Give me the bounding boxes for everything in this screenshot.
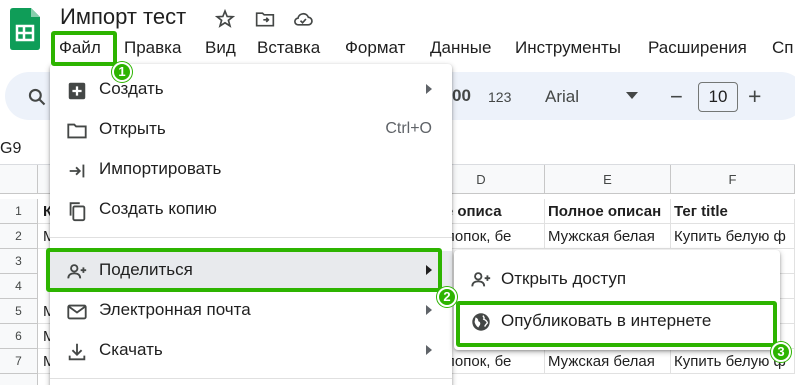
row-header-4[interactable]: 4 [0, 274, 38, 299]
row-header-5[interactable]: 5 [0, 299, 38, 324]
menu-item-download[interactable]: Скачать [50, 331, 452, 371]
menu-data[interactable]: Данные [430, 36, 491, 60]
file-menu: Создать Открыть Ctrl+O Импортировать Соз… [50, 64, 452, 385]
cell-e1[interactable]: Полное описан [545, 199, 671, 224]
font-family-select[interactable]: Arial [545, 87, 579, 107]
menu-item-create[interactable]: Создать [50, 70, 452, 110]
star-icon[interactable] [215, 9, 235, 29]
row-header-7[interactable]: 7 [0, 349, 38, 374]
import-arrow-icon [69, 164, 85, 178]
person-add-icon [471, 272, 491, 287]
column-header-e[interactable]: E [545, 165, 671, 194]
highlight-box-share [46, 248, 442, 292]
row-header-6[interactable]: 6 [0, 324, 38, 349]
menu-bar: Файл Правка Вид Вставка Формат Данные Ин… [0, 36, 795, 62]
menu-tools[interactable]: Инструменты [515, 36, 621, 60]
menu-item-import[interactable]: Импортировать [50, 150, 452, 190]
menu-extensions[interactable]: Расширения [648, 36, 747, 60]
keyboard-shortcut: Ctrl+O [385, 120, 432, 137]
menu-item-make-copy[interactable]: Создать копию [50, 190, 452, 230]
menu-view[interactable]: Вид [205, 36, 236, 60]
add-box-icon [68, 82, 86, 100]
step-badge-1: 1 [112, 62, 132, 82]
cell-f1[interactable]: Тег title [671, 199, 795, 224]
menu-item-open[interactable]: Открыть Ctrl+O [50, 110, 452, 150]
menu-item-email[interactable]: Электронная почта [50, 291, 452, 331]
menu-insert[interactable]: Вставка [257, 36, 320, 60]
menu-item-label: Импортировать [99, 159, 222, 178]
cell-e7[interactable]: Мужская белая [545, 349, 671, 374]
row-header-1[interactable]: 1 [0, 199, 38, 224]
menu-divider [50, 378, 452, 379]
name-box[interactable]: G9 [0, 140, 21, 158]
decrease-font-size-button[interactable]: − [670, 84, 683, 110]
decimal-format-button[interactable]: 00 [452, 86, 471, 106]
mail-icon [67, 304, 87, 320]
menu-item-label: Создать копию [99, 199, 217, 218]
menu-divider [50, 237, 452, 238]
increase-font-size-button[interactable]: + [748, 83, 761, 110]
chevron-down-icon[interactable] [626, 92, 638, 100]
menu-edit[interactable]: Правка [124, 36, 181, 60]
menu-item-label: Электронная почта [99, 300, 251, 319]
font-size-input[interactable]: 10 [698, 82, 738, 112]
row-header-3[interactable]: 3 [0, 249, 38, 274]
submenu-arrow-icon [426, 305, 432, 315]
menu-help[interactable]: Сп [772, 36, 793, 60]
cell-f2[interactable]: Купить белую ф [671, 224, 795, 249]
more-formats-button[interactable]: 123 [488, 89, 511, 105]
cloud-saved-icon[interactable] [293, 9, 313, 29]
download-icon [68, 343, 86, 361]
row-header-2[interactable]: 2 [0, 224, 38, 249]
document-title[interactable]: Импорт тест [60, 4, 186, 30]
menu-item-label: Создать [99, 79, 164, 98]
folder-icon [67, 123, 87, 139]
column-header-f[interactable]: F [671, 165, 795, 194]
move-to-folder-icon[interactable] [255, 9, 275, 29]
submenu-item-label: Открыть доступ [501, 269, 627, 288]
submenu-arrow-icon [426, 345, 432, 355]
step-badge-3: 3 [771, 342, 791, 362]
highlight-box-file-menu [51, 31, 117, 66]
menu-item-label: Открыть [99, 119, 166, 138]
copy-icon [69, 202, 86, 222]
highlight-box-publish [456, 301, 777, 347]
search-menus-icon[interactable] [27, 87, 47, 107]
cell-e2[interactable]: Мужская белая [545, 224, 671, 249]
menu-item-label: Скачать [99, 340, 163, 359]
submenu-arrow-icon [426, 84, 432, 94]
submenu-item-share-access[interactable]: Открыть доступ [454, 260, 780, 300]
select-all-corner[interactable] [0, 165, 38, 194]
step-badge-2: 2 [437, 287, 457, 307]
row-header-8[interactable] [0, 374, 38, 385]
menu-format[interactable]: Формат [345, 36, 405, 60]
